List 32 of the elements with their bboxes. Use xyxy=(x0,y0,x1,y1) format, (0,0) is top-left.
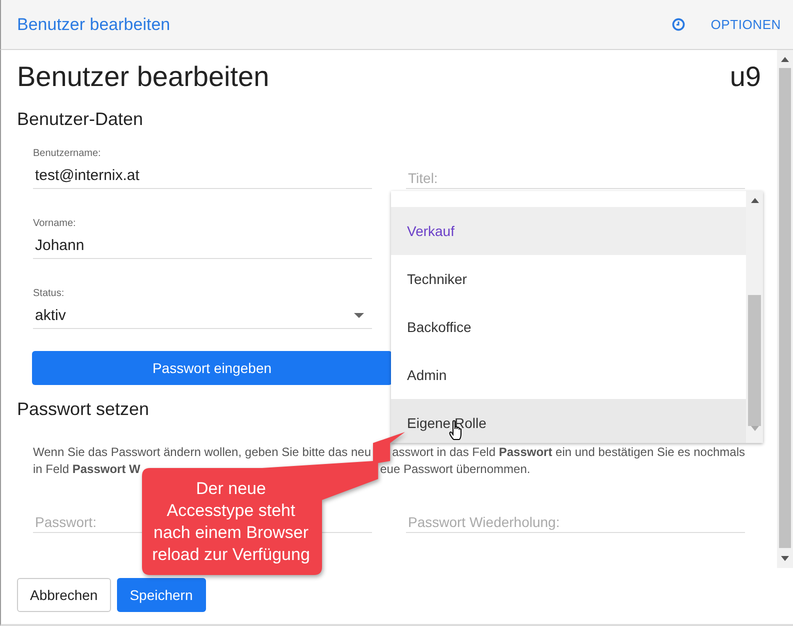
options-menu[interactable]: OPTIONEN xyxy=(710,17,781,32)
role-option[interactable]: Verkauf xyxy=(391,207,746,255)
help-text: asswort in das Feld Passwort ein und bestätigen Sie es nochmals xyxy=(392,444,745,461)
role-option[interactable]: Admin xyxy=(391,351,746,399)
status-select[interactable]: aktiv xyxy=(33,302,372,329)
scrollbar[interactable] xyxy=(777,50,793,568)
field-label: Status: xyxy=(33,288,66,301)
cancel-button[interactable]: Abbrechen xyxy=(17,578,111,612)
text-field[interactable]: Johann xyxy=(33,232,372,259)
scroll-up-icon[interactable] xyxy=(750,198,758,203)
scrollbar[interactable] xyxy=(746,191,763,443)
user-code: u9 xyxy=(730,61,761,93)
field-label: Vorname: xyxy=(33,218,77,231)
save-button[interactable]: Speichern xyxy=(116,578,206,612)
password-button[interactable]: Passwort eingeben xyxy=(32,351,392,385)
scroll-up-icon[interactable] xyxy=(781,57,789,62)
help-text: eue Passwort übernommen. xyxy=(380,461,530,478)
role-option[interactable]: Techniker xyxy=(391,255,746,303)
text-field[interactable]: test@internix.at xyxy=(33,162,372,189)
page-title: Benutzer bearbeiten xyxy=(17,61,270,93)
help-text: in Feld Passwort W xyxy=(33,461,140,478)
section-heading: Passwort setzen xyxy=(17,399,150,420)
section-heading: Benutzer-Daten xyxy=(17,109,144,130)
caret-icon xyxy=(354,312,364,318)
field-label: Benutzername: xyxy=(33,148,102,161)
header-title: Benutzer bearbeiten xyxy=(17,14,172,34)
scroll-down-icon[interactable] xyxy=(781,556,789,561)
clock-icon[interactable] xyxy=(672,18,685,31)
help-text: Wenn Sie das Passwort ändern wollen, geben Sie bitte das neu xyxy=(33,444,371,461)
role-option[interactable]: Backoffice xyxy=(391,303,746,351)
callout-text: Der neue Accesstype steht nach einem Browser reload zur Verfügung xyxy=(151,478,311,566)
role-option[interactable]: Eigene Rolle xyxy=(391,399,746,443)
